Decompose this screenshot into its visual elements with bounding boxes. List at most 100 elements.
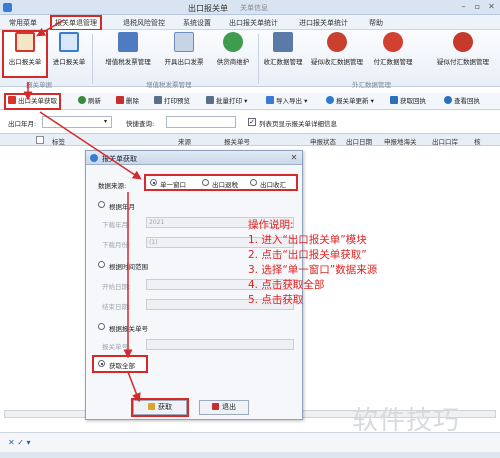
quick-query-input[interactable]: [166, 116, 236, 128]
fetch-export-declaration-button[interactable]: 出口关单获取: [4, 93, 61, 110]
column-header[interactable]: 报关单号: [224, 136, 250, 146]
number-input[interactable]: [146, 339, 294, 350]
print-preview-button[interactable]: 打印预览: [154, 95, 190, 108]
dialog-title: 报关单获取: [102, 155, 137, 163]
fetch-all-radio[interactable]: [98, 360, 105, 367]
maximize-icon[interactable]: ▫: [472, 1, 483, 12]
ribbon-group-label: 报关单据: [26, 81, 52, 89]
source-radio-export-receipt[interactable]: [250, 179, 257, 186]
fetch-all-label[interactable]: 获取全部: [109, 360, 135, 370]
ribbon-group-label: 增值税发票管理: [146, 81, 192, 89]
source-option-label[interactable]: 出口退税: [212, 179, 238, 189]
suspect-payment-icon: [453, 32, 473, 52]
watermark: 软件技巧: [352, 406, 461, 436]
filter-status-icons[interactable]: ✕ ✓ ▾: [8, 438, 31, 447]
export-declaration-button[interactable]: 出口报关单: [2, 30, 48, 78]
by-month-label[interactable]: 根据年月: [109, 201, 135, 211]
month-select[interactable]: [42, 116, 112, 128]
view-receipt-icon: [444, 96, 452, 104]
dialog-title-bar: 报关单获取 ✕: [86, 151, 302, 165]
fetch-icon: [148, 403, 155, 410]
batch-print-icon: [206, 96, 214, 104]
fetch-icon: [8, 96, 16, 104]
batch-print-button[interactable]: 批量打印 ▾: [206, 95, 247, 108]
column-header[interactable]: 来源: [178, 136, 191, 146]
detail-checkbox-label: 列表页显示报关单详细信息: [259, 120, 337, 128]
delete-button[interactable]: 删除: [116, 95, 139, 108]
by-number-radio[interactable]: [98, 323, 105, 330]
column-header[interactable]: 申报地海关: [384, 136, 417, 146]
source-radio-single-window[interactable]: [150, 179, 157, 186]
month-label: 出口年月:: [8, 120, 37, 128]
column-header[interactable]: 标签: [52, 136, 65, 146]
view-receipt-button[interactable]: 查看回执: [444, 95, 480, 108]
menu-import-stats[interactable]: 进口报关单统计: [296, 17, 351, 29]
import-declaration-icon: [59, 32, 79, 52]
suspect-payment-button[interactable]: 疑似付汇数据管理: [432, 32, 494, 76]
suspect-receipt-button[interactable]: 疑似收汇数据管理: [308, 32, 366, 76]
by-range-label[interactable]: 根据时间范围: [109, 261, 148, 271]
payment-data-button[interactable]: 付汇数据管理: [370, 32, 416, 76]
minimize-icon[interactable]: –: [458, 1, 469, 12]
quick-query-label: 快捷查询:: [126, 120, 155, 128]
fetch-all-option[interactable]: 获取全部: [92, 355, 148, 373]
source-option-label[interactable]: 单一窗口: [160, 179, 186, 189]
print-preview-icon: [154, 96, 162, 104]
menu-bar: 常用菜单 报关单退管理 退税风险管控 系统设置 出口报关单统计 进口报关单统计 …: [0, 15, 500, 31]
window-subtitle: 关单信息: [240, 4, 268, 12]
menu-export-stats[interactable]: 出口报关单统计: [226, 17, 281, 29]
number-label: 报关单号:: [102, 343, 131, 351]
range-start-label: 开始日期:: [102, 283, 131, 291]
instruction-step: 1. 进入“出口报关单”模块: [248, 234, 367, 246]
declaration-update-button[interactable]: 报关单更新 ▾: [326, 95, 374, 108]
issue-invoice-icon: [174, 32, 194, 52]
app-window: 出口报关单 关单信息 – ▫ ✕ 常用菜单 报关单退管理 退税风险管控 系统设置…: [0, 0, 500, 458]
instruction-step: 4. 点击获取全部: [248, 279, 325, 291]
menu-help[interactable]: 帮助: [366, 17, 386, 29]
fetch-button[interactable]: 获取: [131, 398, 189, 417]
column-header[interactable]: 申报状态: [310, 136, 336, 146]
vat-invoice-icon: [118, 32, 138, 52]
import-declaration-button[interactable]: 进口报关单: [52, 32, 86, 76]
menu-settings[interactable]: 系统设置: [180, 17, 214, 29]
import-export-button[interactable]: 导入导出 ▾: [266, 95, 307, 108]
source-options: 单一窗口 出口退税 出口收汇: [144, 174, 298, 191]
refresh-button[interactable]: 刷新: [78, 95, 101, 108]
update-icon: [326, 96, 334, 104]
range-end-label: 结束日期:: [102, 303, 131, 311]
delete-icon: [116, 96, 124, 104]
supplier-button[interactable]: 供货商维护: [210, 32, 256, 76]
by-number-label[interactable]: 根据报关单号: [109, 323, 148, 333]
column-header[interactable]: 出口口岸: [432, 136, 458, 146]
supplier-icon: [223, 32, 243, 52]
ribbon-divider: [258, 34, 259, 84]
detail-checkbox[interactable]: ✓: [248, 118, 256, 126]
import-export-icon: [266, 96, 274, 104]
grid-header: 标签 来源 报关单号 申报状态 出口日期 申报地海关 出口口岸 核: [0, 133, 500, 146]
vat-invoice-button[interactable]: 增值税发票管理: [98, 32, 158, 76]
start-month-label: 下载年月:: [102, 221, 131, 229]
instruction-step: 5. 点击获取: [248, 294, 304, 306]
get-receipt-button[interactable]: 获取回执: [390, 95, 426, 108]
source-radio-export-refund[interactable]: [202, 179, 209, 186]
receipt-data-button[interactable]: 收汇数据管理: [260, 32, 306, 76]
close-icon[interactable]: ✕: [486, 1, 497, 12]
close-icon[interactable]: ✕: [289, 153, 299, 163]
dialog-icon: [90, 154, 98, 162]
filter-bar: 出口年月: ▾ 快捷查询: ✓ 列表页显示报关单详细信息: [0, 113, 500, 131]
menu-declaration-management[interactable]: 报关单退管理: [50, 15, 102, 31]
suspect-receipt-icon: [327, 32, 347, 52]
select-all-checkbox[interactable]: [36, 136, 44, 144]
issue-invoice-button[interactable]: 开具出口发票: [160, 32, 208, 76]
instruction-step: 2. 点击“出口报关单获取”: [248, 249, 367, 261]
by-month-radio[interactable]: [98, 201, 105, 208]
column-header[interactable]: 核: [474, 136, 481, 146]
source-option-label[interactable]: 出口收汇: [260, 179, 286, 189]
column-header[interactable]: 出口日期: [346, 136, 372, 146]
chevron-down-icon[interactable]: ▾: [104, 118, 107, 125]
by-range-radio[interactable]: [98, 261, 105, 268]
menu-risk-control[interactable]: 退税风险管控: [120, 17, 168, 29]
menu-common[interactable]: 常用菜单: [6, 17, 40, 29]
title-bar: 出口报关单 关单信息 – ▫ ✕: [0, 0, 500, 15]
exit-button[interactable]: 退出: [199, 400, 249, 415]
